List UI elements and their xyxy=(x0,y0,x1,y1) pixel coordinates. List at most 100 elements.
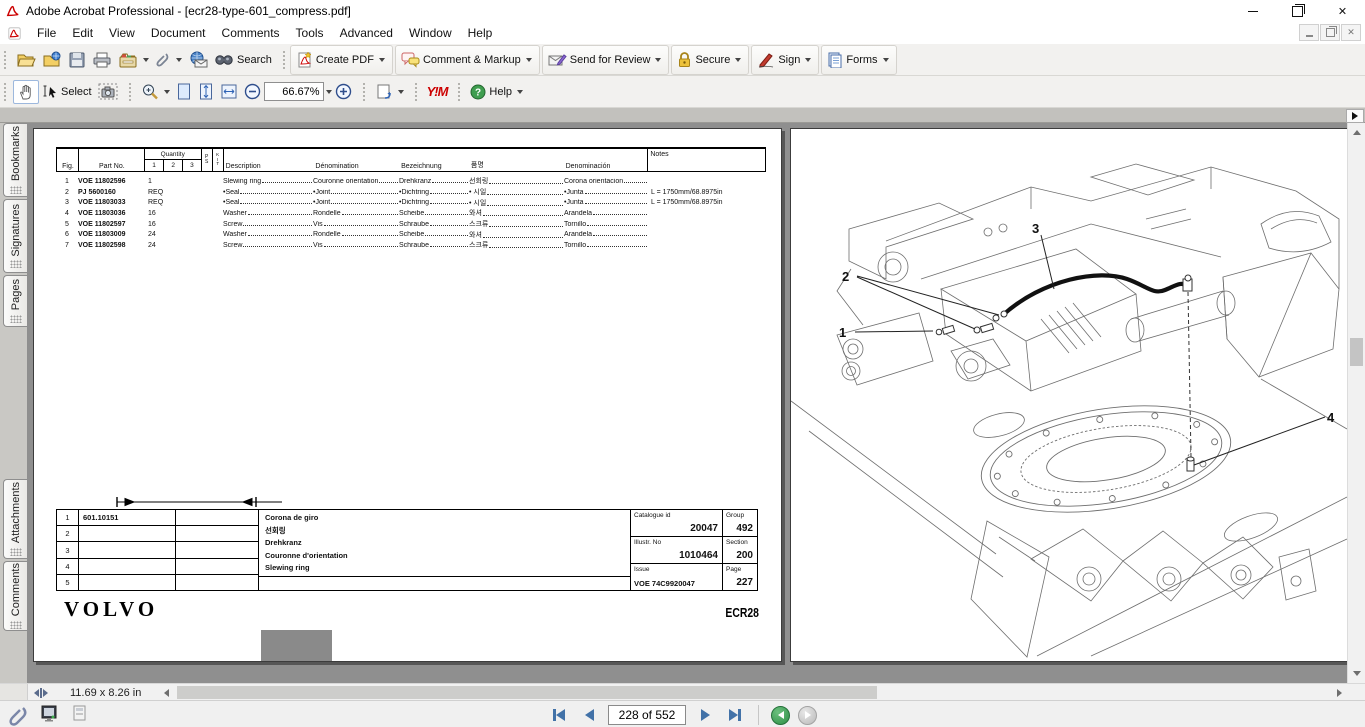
continuous-view-icon[interactable] xyxy=(72,705,87,722)
toolbar-grip[interactable] xyxy=(414,82,418,102)
menu-view[interactable]: View xyxy=(101,24,143,42)
next-view-icon[interactable] xyxy=(798,706,817,725)
horizontal-scroll-track[interactable] xyxy=(173,685,1331,700)
first-page-icon[interactable] xyxy=(548,706,570,724)
menu-file[interactable]: File xyxy=(29,24,64,42)
print-button[interactable] xyxy=(89,49,115,71)
cell-es: Corona orientacion xyxy=(564,178,648,185)
tab-pages[interactable]: Pages xyxy=(3,275,27,327)
page-display-button[interactable] xyxy=(372,81,407,103)
save-button[interactable] xyxy=(65,49,89,71)
cell-qty: 1 xyxy=(144,178,201,185)
toolbar-grip[interactable] xyxy=(282,50,286,70)
zoom-dropdown-icon[interactable] xyxy=(326,90,332,94)
vertical-scroll-thumb[interactable] xyxy=(1350,338,1363,366)
tab-signatures[interactable]: Signatures xyxy=(3,199,27,273)
open-web-icon xyxy=(42,51,62,69)
zoom-in-button[interactable] xyxy=(332,81,355,102)
help-button[interactable]: ?Help xyxy=(467,82,526,102)
fit-width-button[interactable] xyxy=(217,80,241,103)
cell-desc: •Seal xyxy=(223,189,313,196)
sign-button[interactable]: Sign xyxy=(754,49,814,70)
hand-tool-button[interactable] xyxy=(13,80,39,104)
cell-fig: 7 xyxy=(56,242,78,249)
open-web-button[interactable] xyxy=(39,49,65,71)
doc-minimize-icon[interactable] xyxy=(1299,24,1319,41)
zoom-tool-button[interactable] xyxy=(138,81,173,103)
attachments-paperclip-icon[interactable] xyxy=(8,704,30,726)
pane-splitter-icon[interactable] xyxy=(34,688,48,698)
create-pdf-button[interactable]: Create PDF xyxy=(293,49,388,70)
menu-tools[interactable]: Tools xyxy=(288,24,332,42)
hand-icon xyxy=(17,83,35,101)
toolbar-grip[interactable] xyxy=(3,50,7,70)
actual-size-button[interactable] xyxy=(173,80,195,103)
tab-grip xyxy=(10,260,22,268)
tab-bookmarks[interactable]: Bookmarks xyxy=(3,123,27,197)
menu-edit[interactable]: Edit xyxy=(64,24,101,42)
yahoo-search-button[interactable]: Y!M xyxy=(424,82,451,101)
select-tool-button[interactable]: Select xyxy=(39,82,95,102)
vertical-scrollbar[interactable] xyxy=(1347,123,1365,683)
menu-comments[interactable]: Comments xyxy=(214,24,288,42)
next-page-icon[interactable] xyxy=(694,706,716,724)
previous-page-icon[interactable] xyxy=(578,706,600,724)
snapshot-tool-button[interactable] xyxy=(95,81,121,102)
secure-button[interactable]: Secure xyxy=(674,49,744,70)
forms-button[interactable]: Forms xyxy=(824,49,891,70)
col-kit: KIT xyxy=(213,149,224,171)
horizontal-scroll-thumb[interactable] xyxy=(177,686,877,699)
attach-button[interactable] xyxy=(152,49,185,71)
comment-markup-button[interactable]: Comment & Markup xyxy=(398,49,535,70)
page-navigation xyxy=(548,705,817,725)
cell-part: VOE 11802597 xyxy=(78,221,144,228)
cell-qty: REQ xyxy=(144,189,201,196)
scroll-up-icon[interactable] xyxy=(1348,124,1365,141)
cell-fr: Rondelle xyxy=(313,231,399,238)
toolbar-grip[interactable] xyxy=(128,82,132,102)
doc-restore-icon[interactable] xyxy=(1320,24,1340,41)
menu-advanced[interactable]: Advanced xyxy=(332,24,401,42)
organizer-button[interactable] xyxy=(115,49,152,71)
menu-document[interactable]: Document xyxy=(143,24,214,42)
single-page-view-icon[interactable] xyxy=(40,705,58,722)
cell-part: PJ 5600160 xyxy=(78,189,144,196)
scroll-left-icon[interactable] xyxy=(159,685,173,700)
title-box: Corona de giro 선회링 Drehkranz Couronne d'… xyxy=(259,509,631,591)
title-ko: 선회링 xyxy=(259,525,630,538)
parts-table-body: 1VOE 118025961Slewing ringCouronne orien… xyxy=(56,176,766,251)
page-number-input[interactable] xyxy=(608,705,686,725)
tab-comments[interactable]: Comments xyxy=(3,561,27,631)
toolbar-grip[interactable] xyxy=(457,82,461,102)
minimize-icon[interactable] xyxy=(1230,0,1275,22)
technical-drawing: 1 2 3 4 xyxy=(791,129,1348,661)
last-page-icon[interactable] xyxy=(724,706,746,724)
send-review-button[interactable]: Send for Review xyxy=(545,49,665,70)
close-icon[interactable]: ✕ xyxy=(1320,0,1365,22)
tab-attachments[interactable]: Attachments xyxy=(3,479,27,559)
zoom-out-button[interactable] xyxy=(241,81,264,102)
maximize-icon[interactable] xyxy=(1275,0,1320,22)
toolbar-grip[interactable] xyxy=(362,82,366,102)
menu-help[interactable]: Help xyxy=(460,24,501,42)
file-toolbar: Search Create PDF Comment & Markup Send … xyxy=(0,44,1365,76)
parts-row: 6VOE 1180300924WasherRondelleScheibe와셔Ar… xyxy=(56,229,766,240)
menu-window[interactable]: Window xyxy=(401,24,460,42)
send-review-label: Send for Review xyxy=(570,54,651,66)
zoom-level-input[interactable] xyxy=(264,82,324,101)
doc-close-icon[interactable]: ✕ xyxy=(1341,24,1361,41)
fit-page-button[interactable] xyxy=(195,80,217,103)
dropdown-arrow-icon xyxy=(176,58,182,62)
toolbar-grip[interactable] xyxy=(3,82,7,102)
scroll-down-icon[interactable] xyxy=(1348,665,1365,682)
cell-fr: Rondelle xyxy=(313,210,399,217)
email-button[interactable] xyxy=(185,49,211,71)
scroll-right-icon[interactable] xyxy=(1331,685,1347,700)
previous-view-icon[interactable] xyxy=(771,706,790,725)
search-button[interactable]: Search xyxy=(211,50,275,70)
parts-row: 2PJ 5600160REQ•Seal•Joint•Dichtring• 시일•… xyxy=(56,187,766,198)
open-button[interactable] xyxy=(13,49,39,71)
fit-height-icon xyxy=(198,82,214,101)
expand-toolbar-icon[interactable] xyxy=(1346,109,1364,123)
secure-label: Secure xyxy=(695,54,730,66)
